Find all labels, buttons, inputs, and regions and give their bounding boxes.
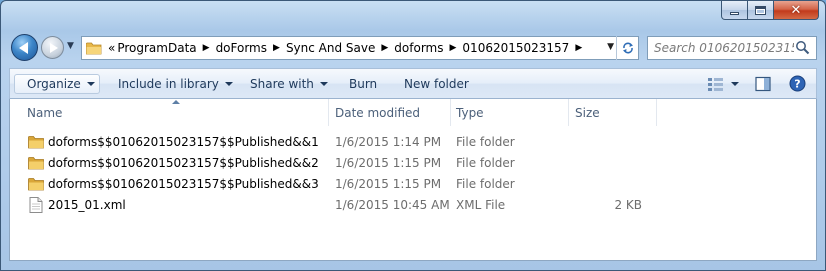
crumb-sync-and-save[interactable]: Sync And Save xyxy=(286,41,375,55)
file-date-modified: 1/6/2015 10:45 AM xyxy=(335,198,450,212)
maximize-icon xyxy=(755,5,766,15)
column-header-date-modified[interactable]: Date modified xyxy=(335,106,420,120)
list-item[interactable]: doforms$$01062015023157$$Published&&1 1/… xyxy=(10,132,816,153)
hidden-crumbs-chevron[interactable]: « xyxy=(108,41,115,55)
forward-button[interactable] xyxy=(41,36,64,59)
search-input[interactable] xyxy=(654,41,794,55)
new-folder-button[interactable]: New folder xyxy=(404,74,469,94)
minimize-button[interactable] xyxy=(721,1,748,20)
sort-ascending-icon xyxy=(172,100,180,104)
command-bar: Organize Include in library Share with B… xyxy=(9,68,817,99)
navigation-bar: ▼ « ProgramData ▶ doForms ▶ Sync And Sav… xyxy=(1,31,825,63)
refresh-button[interactable] xyxy=(616,36,638,60)
list-item[interactable]: doforms$$01062015023157$$Published&&3 1/… xyxy=(10,174,816,195)
crumb-current-folder[interactable]: 01062015023157 xyxy=(462,41,569,55)
address-history-dropdown[interactable]: ▼ xyxy=(607,42,614,52)
burn-label: Burn xyxy=(349,77,378,91)
view-controls: ? xyxy=(707,75,806,92)
folder-icon xyxy=(28,157,44,170)
crumb-separator-icon[interactable]: ▶ xyxy=(273,43,280,53)
column-header-type[interactable]: Type xyxy=(456,106,484,120)
back-button[interactable] xyxy=(11,34,38,61)
folder-icon xyxy=(86,42,102,54)
file-name: 2015_01.xml xyxy=(48,198,126,212)
column-divider[interactable] xyxy=(568,99,569,126)
search-icon[interactable] xyxy=(795,40,810,55)
file-date-modified: 1/6/2015 1:14 PM xyxy=(335,135,442,149)
recent-pages-dropdown[interactable]: ▼ xyxy=(67,41,74,51)
new-folder-label: New folder xyxy=(404,77,469,91)
search-box[interactable] xyxy=(647,36,817,60)
file-name: doforms$$01062015023157$$Published&&3 xyxy=(48,177,319,191)
more-views-dropdown-icon[interactable] xyxy=(731,81,739,86)
include-in-library-button[interactable]: Include in library xyxy=(118,74,233,94)
column-divider[interactable] xyxy=(450,99,451,126)
list-item[interactable]: 2015_01.xml 1/6/2015 10:45 AM XML File 2… xyxy=(10,195,816,216)
crumb-doforms-sub[interactable]: doforms xyxy=(394,41,443,55)
preview-pane-icon[interactable] xyxy=(755,76,771,92)
share-with-dropdown-icon xyxy=(319,82,328,86)
file-type: File folder xyxy=(456,177,515,191)
close-icon: ✕ xyxy=(790,2,802,18)
file-name: doforms$$01062015023157$$Published&&2 xyxy=(48,156,319,170)
include-in-library-label: Include in library xyxy=(118,77,219,91)
crumb-separator-icon[interactable]: ▶ xyxy=(203,43,210,53)
folder-icon xyxy=(28,178,44,191)
refresh-icon xyxy=(622,42,633,54)
file-type: File folder xyxy=(456,135,515,149)
window-controls: ✕ xyxy=(721,1,819,21)
folder-icon xyxy=(28,136,44,149)
file-type: XML File xyxy=(456,198,506,212)
explorer-window: ✕ ▼ « ProgramData ▶ doForms ▶ Sync And S… xyxy=(0,0,826,271)
file-list-pane: Name Date modified Type Size doforms$$01… xyxy=(9,99,817,261)
crumb-programdata[interactable]: ProgramData xyxy=(117,41,196,55)
maximize-button[interactable] xyxy=(748,1,774,20)
file-type: File folder xyxy=(456,156,515,170)
crumb-separator-icon[interactable]: ▶ xyxy=(381,43,388,53)
xml-file-icon xyxy=(29,197,43,213)
organize-dropdown-icon xyxy=(86,82,95,86)
column-header-size[interactable]: Size xyxy=(575,106,600,120)
forward-arrow-icon xyxy=(49,42,58,53)
crumb-doforms[interactable]: doForms xyxy=(216,41,267,55)
file-list: doforms$$01062015023157$$Published&&1 1/… xyxy=(10,132,816,216)
back-arrow-icon xyxy=(19,41,28,54)
column-headers: Name Date modified Type Size xyxy=(10,99,816,126)
change-view-icon[interactable] xyxy=(707,76,725,92)
share-with-button[interactable]: Share with xyxy=(250,74,328,94)
help-icon[interactable]: ? xyxy=(789,75,806,92)
file-date-modified: 1/6/2015 1:15 PM xyxy=(335,156,442,170)
share-with-label: Share with xyxy=(250,77,314,91)
include-in-library-dropdown-icon xyxy=(224,82,233,86)
file-name: doforms$$01062015023157$$Published&&1 xyxy=(48,135,319,149)
svg-text:?: ? xyxy=(794,78,800,91)
address-bar[interactable]: « ProgramData ▶ doForms ▶ Sync And Save … xyxy=(81,36,639,60)
column-divider[interactable] xyxy=(328,99,329,126)
file-size: 2 KB xyxy=(614,198,642,212)
organize-label: Organize xyxy=(27,77,81,91)
minimize-icon xyxy=(730,11,739,15)
close-button[interactable]: ✕ xyxy=(774,1,819,20)
file-date-modified: 1/6/2015 1:15 PM xyxy=(335,177,442,191)
organize-button[interactable]: Organize xyxy=(14,74,100,94)
burn-button[interactable]: Burn xyxy=(349,74,377,94)
crumb-separator-icon[interactable]: ▶ xyxy=(450,43,457,53)
column-divider[interactable] xyxy=(656,99,657,126)
column-header-name[interactable]: Name xyxy=(27,106,62,120)
list-item[interactable]: doforms$$01062015023157$$Published&&2 1/… xyxy=(10,153,816,174)
crumb-separator-icon[interactable]: ▶ xyxy=(575,43,582,53)
